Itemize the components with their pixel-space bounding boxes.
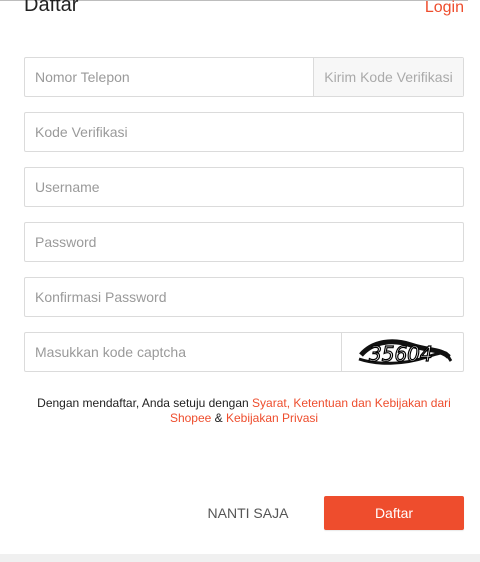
username-input[interactable] (25, 168, 463, 206)
phone-input[interactable] (25, 58, 313, 96)
register-button[interactable]: Daftar (324, 496, 464, 530)
password-input[interactable] (25, 223, 463, 261)
verification-code-field (24, 112, 464, 152)
terms-notice: Dengan mendaftar, Anda setuju dengan Sya… (24, 396, 464, 426)
phone-field-group: Kirim Kode Verifikasi (24, 57, 464, 97)
register-form-panel: Daftar Login Kirim Kode Verifikasi 35604… (0, 0, 480, 562)
send-verification-code-button[interactable]: Kirim Kode Verifikasi (313, 58, 463, 96)
captcha-image[interactable]: 35604 (341, 333, 463, 371)
captcha-input[interactable] (25, 333, 341, 371)
password-field (24, 222, 464, 262)
skip-button[interactable]: NANTI SAJA (196, 496, 300, 530)
login-link[interactable]: Login (425, 0, 464, 17)
bottom-divider (0, 554, 480, 562)
confirm-password-field (24, 277, 464, 317)
confirm-password-input[interactable] (25, 278, 463, 316)
captcha-field-group: 35604 (24, 332, 464, 372)
page-title: Daftar (24, 0, 79, 16)
username-field (24, 167, 464, 207)
captcha-text: 35604 (369, 342, 433, 366)
verification-code-input[interactable] (25, 113, 463, 151)
captcha-graphic: 35604 (358, 339, 452, 367)
terms-prefix: Dengan mendaftar, Anda setuju dengan (37, 396, 253, 410)
terms-connector: & (211, 411, 226, 425)
privacy-policy-link[interactable]: Kebijakan Privasi (226, 411, 318, 425)
